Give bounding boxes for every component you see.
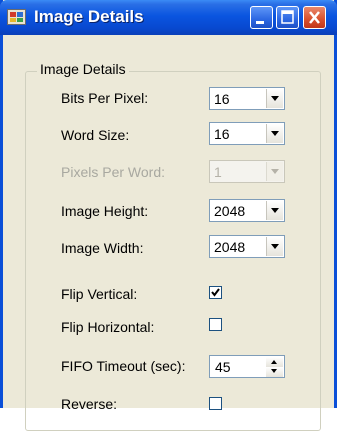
bits-per-pixel-value: 16 xyxy=(214,91,230,107)
word-size-dropdown-button[interactable] xyxy=(266,124,283,143)
flip-horizontal-checkbox[interactable] xyxy=(209,318,222,331)
pixels-per-word-dropdown: 1 xyxy=(209,160,285,183)
pixels-per-word-value: 1 xyxy=(214,164,222,180)
image-width-dropdown-button[interactable] xyxy=(266,237,283,256)
image-height-dropdown-button[interactable] xyxy=(266,201,283,220)
close-icon xyxy=(309,11,320,24)
minimize-button[interactable] xyxy=(250,6,273,29)
image-details-window: Image Details Image Details Bits Per Pix… xyxy=(0,0,337,431)
close-button[interactable] xyxy=(303,6,326,29)
flip-vertical-checkbox[interactable] xyxy=(209,286,222,299)
bits-per-pixel-dropdown-button[interactable] xyxy=(266,89,283,108)
image-width-value: 2048 xyxy=(214,239,246,255)
fifo-timeout-stepper[interactable]: 45 xyxy=(209,355,285,378)
bits-per-pixel-dropdown[interactable]: 16 xyxy=(209,87,285,110)
chevron-down-icon xyxy=(271,369,277,373)
maximize-icon xyxy=(281,10,294,24)
image-details-app-icon xyxy=(7,9,26,25)
chevron-up-icon xyxy=(271,360,277,364)
reverse-checkbox[interactable] xyxy=(209,397,222,410)
reverse-label: Reverse: xyxy=(61,396,118,412)
fifo-timeout-label: FIFO Timeout (sec): xyxy=(61,358,186,374)
chevron-down-icon xyxy=(271,131,279,136)
stepper-up-button[interactable] xyxy=(266,357,283,367)
maximize-button[interactable] xyxy=(276,6,299,29)
chevron-down-icon xyxy=(271,96,279,101)
chevron-down-icon xyxy=(271,244,279,249)
window-title: Image Details xyxy=(34,7,144,26)
title-bar[interactable]: Image Details xyxy=(0,0,337,35)
stepper-down-button[interactable] xyxy=(266,367,283,377)
word-size-dropdown[interactable]: 16 xyxy=(209,122,285,145)
fifo-timeout-value: 45 xyxy=(215,359,231,375)
bits-per-pixel-label: Bits Per Pixel: xyxy=(61,90,149,106)
pixels-per-word-label: Pixels Per Word: xyxy=(61,164,165,180)
chevron-down-icon xyxy=(271,169,279,174)
chevron-down-icon xyxy=(271,208,279,213)
image-height-dropdown[interactable]: 2048 xyxy=(209,199,285,222)
image-width-dropdown[interactable]: 2048 xyxy=(209,235,285,258)
pixels-per-word-dropdown-button xyxy=(266,162,283,181)
word-size-value: 16 xyxy=(214,126,230,142)
image-height-value: 2048 xyxy=(214,203,246,219)
image-width-label: Image Width: xyxy=(61,240,144,256)
flip-vertical-label: Flip Vertical: xyxy=(61,286,138,302)
minimize-icon xyxy=(256,21,264,24)
word-size-label: Word Size: xyxy=(61,127,130,143)
checkmark-icon xyxy=(211,288,220,297)
flip-horizontal-label: Flip Horizontal: xyxy=(61,319,155,335)
groupbox-label: Image Details xyxy=(37,61,129,77)
image-height-label: Image Height: xyxy=(61,203,149,219)
